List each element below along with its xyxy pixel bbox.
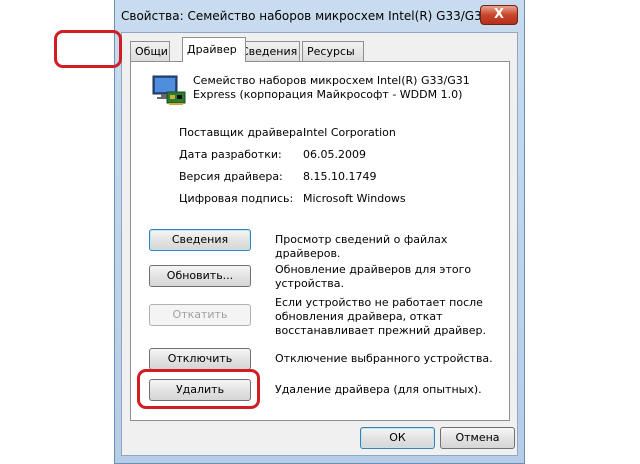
driver-details-description: Просмотр сведений о файлах драйверов. [275,233,448,260]
digital-signer-value: Microsoft Windows [303,192,406,205]
uninstall-driver-description: Удаление драйвера (для опытных). [275,383,482,396]
driver-date-value: 06.05.2009 [303,148,366,161]
close-button[interactable]: X [480,5,518,25]
window-title: Свойства: Семейство наборов микросхем In… [121,9,481,23]
driver-version-value: 8.15.10.1749 [303,170,377,183]
disable-device-description: Отключение выбранного устройства. [275,352,493,365]
update-driver-button[interactable]: Обновить... [149,265,251,287]
digital-signer-label: Цифровая подпись: [179,192,294,205]
driver-version-label: Версия драйвера: [179,170,283,183]
ok-button[interactable]: ОК [360,427,435,449]
tab-driver[interactable]: Драйвер [182,37,246,62]
tab-details[interactable]: Сведения [242,41,300,61]
driver-provider-label: Поставщик драйвера: [179,126,307,139]
driver-date-label: Дата разработки: [179,148,282,161]
roll-back-driver-description: Если устройство не работает после обновл… [275,296,486,337]
tab-resources[interactable]: Ресурсы [302,41,364,61]
display-adapter-icon [152,75,186,105]
driver-details-button[interactable]: Сведения [149,229,251,251]
roll-back-driver-button[interactable]: Откатить [149,304,251,326]
device-name: Семейство наборов микросхем Intel(R) G33… [193,74,470,101]
close-icon: X [493,7,505,22]
title-bar[interactable]: Свойства: Семейство наборов микросхем In… [115,0,524,32]
tab-general[interactable]: Общи [130,41,170,61]
tab-details-label: Сведения [242,45,298,58]
uninstall-button-highlight-annotation [137,369,260,409]
driver-provider-value: Intel Corporation [303,126,396,139]
update-driver-description: Обновление драйверов для этого устройств… [275,263,472,290]
cancel-button[interactable]: Отмена [440,427,515,449]
driver-tab-highlight-annotation [54,30,122,68]
disable-device-button[interactable]: Отключить [149,348,251,370]
driver-tab-panel: Семейство наборов микросхем Intel(R) G33… [130,61,510,421]
